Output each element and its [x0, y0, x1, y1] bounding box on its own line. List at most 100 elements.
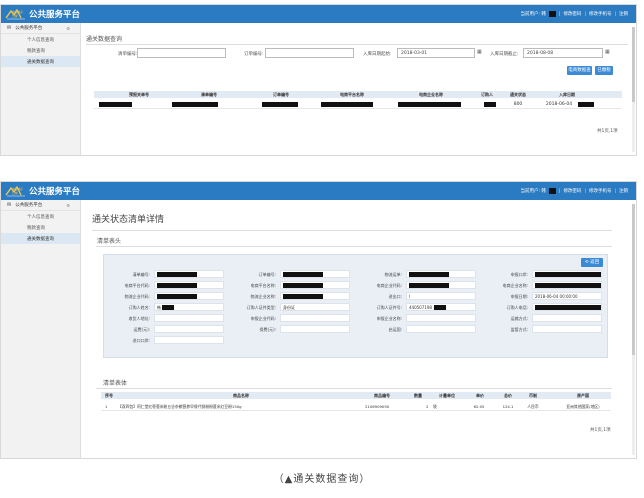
date-cell: 2018-06-04	[545, 102, 573, 107]
redacted-value	[535, 305, 601, 310]
detail-row: 物流企业代码: 物流企业名称: 进出口: I 申报日期: 2018-06-04 00:00…	[104, 291, 609, 302]
brand: 中国电子口岸 公共服务平台	[5, 8, 80, 20]
field-value	[532, 325, 602, 333]
sidebar-header[interactable]: ✉ 公共服务平台 ⚙	[1, 23, 80, 34]
menu-icon: ✉	[7, 202, 12, 208]
taxed-button[interactable]: 已缴税	[595, 66, 613, 75]
user-links: 当前用户: 韩 | 修改密码 | 修改手机号 | 注销	[520, 188, 628, 194]
redacted-user	[548, 188, 556, 194]
status-cell: 800	[513, 102, 523, 107]
logout-link[interactable]: 注销	[619, 188, 628, 194]
detail-field: 申报企业名称:	[356, 313, 482, 324]
list-no-input[interactable]	[137, 48, 226, 58]
divider	[96, 246, 612, 247]
logo-text: 中国电子口岸	[12, 187, 24, 195]
detail-row: 电商平台代码: 电商平台名称: 电商企业代码: 电商企业名称:	[104, 280, 609, 291]
detail-field: 物流运单:	[356, 269, 482, 280]
detail-panel: ⟲ 返回 清单编号: 订单编号: 物流运单: 申报口岸: 电商平台代码: 电商平台名称: 电…	[103, 254, 608, 358]
field-value-text: 2018-06-04 00:00:00	[535, 294, 578, 299]
field-value: 韩	[154, 303, 224, 311]
field-value	[406, 325, 476, 333]
field-value	[532, 314, 602, 322]
logout-link[interactable]: 注销	[619, 11, 628, 17]
field-value	[406, 314, 476, 322]
field-value	[154, 292, 224, 300]
calendar-icon[interactable]: ▦	[605, 49, 610, 55]
order-no-input[interactable]	[265, 48, 354, 58]
change-phone-link[interactable]: 修改手机号	[589, 188, 612, 194]
redacted-value	[157, 272, 197, 277]
detail-row: 清单编号: 订单编号: 物流运单: 申报口岸:	[104, 269, 609, 280]
row-currency: 人民币	[527, 404, 539, 409]
gear-icon[interactable]: ⚙	[66, 203, 70, 208]
detail-field: 申报企业代码:	[230, 313, 356, 324]
change-phone-link[interactable]: 修改手机号	[589, 11, 612, 17]
items-table-row[interactable]: 1 【双四包】阿仁堂红枣薏米粉五谷杂粮营养早餐代餐粉粉薏米红豆粉150g 210…	[101, 403, 611, 411]
start-date-input[interactable]: 2018-03-01	[397, 48, 475, 58]
redacted-value	[161, 305, 174, 310]
divider	[96, 388, 612, 389]
redacted-cell	[484, 102, 496, 107]
redacted-value	[157, 283, 197, 288]
detail-field: 订购人证件类型: 身份证	[230, 302, 356, 313]
scrollbar[interactable]	[632, 204, 635, 455]
sidebar-header[interactable]: ✉ 公共服务平台 ⚙	[1, 200, 80, 211]
table-row[interactable]: 800 2018-06-04	[94, 101, 622, 109]
field-value: 身份证	[280, 303, 350, 311]
redacted-value	[409, 283, 449, 288]
row-qty: 2	[426, 404, 429, 409]
query-form: 清单编号: 订单编号: 入库日期起始: 2018-03-01 ▦ 入库日期截止:…	[1, 48, 636, 60]
field-value-text: 身份证	[283, 305, 295, 310]
row-price: 62.05	[473, 404, 485, 409]
gear-icon[interactable]: ⚙	[66, 26, 70, 31]
column-header: 订单编号	[273, 92, 289, 97]
detail-field: 订单编号:	[230, 269, 356, 280]
redacted-cell	[172, 102, 218, 107]
field-value	[280, 325, 350, 333]
field-label: 运输方式:	[510, 316, 528, 321]
app-title: 公共服务平台	[29, 187, 81, 197]
scrollbar[interactable]	[632, 27, 635, 152]
back-label: 返回	[590, 260, 600, 265]
end-date-input[interactable]: 2018-08-08	[523, 48, 603, 58]
logo-icon: 中国电子口岸	[5, 186, 25, 197]
items-pager: 共1页,1项	[590, 428, 611, 433]
detail-field: 保费(元):	[230, 324, 356, 335]
column-header: 商品名称	[233, 393, 249, 398]
detail-field: 电商企业代码:	[356, 280, 482, 291]
change-password-link[interactable]: 修改密码	[563, 188, 581, 194]
column-header: 预报关单号	[129, 92, 149, 97]
sidebar-item-personal-info[interactable]: 个人信息查询	[1, 211, 80, 222]
column-header: 电商平台名称	[340, 92, 364, 97]
field-value-text: 440507198	[409, 305, 432, 310]
sidebar-header-label: 公共服务平台	[15, 203, 43, 208]
field-label: 订购人证件类型:	[246, 305, 276, 310]
field-value	[406, 281, 476, 289]
sidebar-item-personal-info[interactable]: 个人信息查询	[1, 34, 80, 45]
field-value: 440507198	[406, 303, 476, 311]
change-password-link[interactable]: 修改密码	[563, 11, 581, 17]
field-value: 2018-06-04 00:00:00	[532, 292, 602, 300]
sidebar-item-tax[interactable]: 税款查询	[1, 222, 80, 233]
detail-row: 进口口岸:	[104, 335, 609, 346]
field-label: 申报日期:	[510, 294, 528, 299]
detail-field: 物流企业名称:	[230, 291, 356, 302]
field-value	[532, 303, 602, 311]
sidebar-item-customs[interactable]: 通关数据查询	[1, 233, 80, 244]
current-user: 当前用户: 韩	[520, 189, 546, 194]
field-label: 申报企业代码:	[250, 316, 276, 321]
field-value	[280, 292, 350, 300]
field-label: 电商平台名称:	[250, 283, 276, 288]
redacted-value	[409, 272, 449, 277]
back-button[interactable]: ⟲ 返回	[581, 258, 603, 267]
calendar-icon[interactable]: ▦	[477, 49, 482, 55]
detail-field: 进出口: I	[356, 291, 482, 302]
field-label: 申报企业名称:	[376, 316, 402, 321]
field-label: 收货人地址:	[128, 316, 150, 321]
field-label: 保费(元):	[259, 327, 276, 332]
page-title: 通关数据查询	[86, 36, 123, 43]
detail-field: 运输方式:	[482, 313, 608, 324]
detail-field: 监管方式:	[482, 324, 608, 335]
query-button[interactable]: 电商数据查询	[567, 66, 592, 82]
redacted-value	[535, 272, 601, 277]
